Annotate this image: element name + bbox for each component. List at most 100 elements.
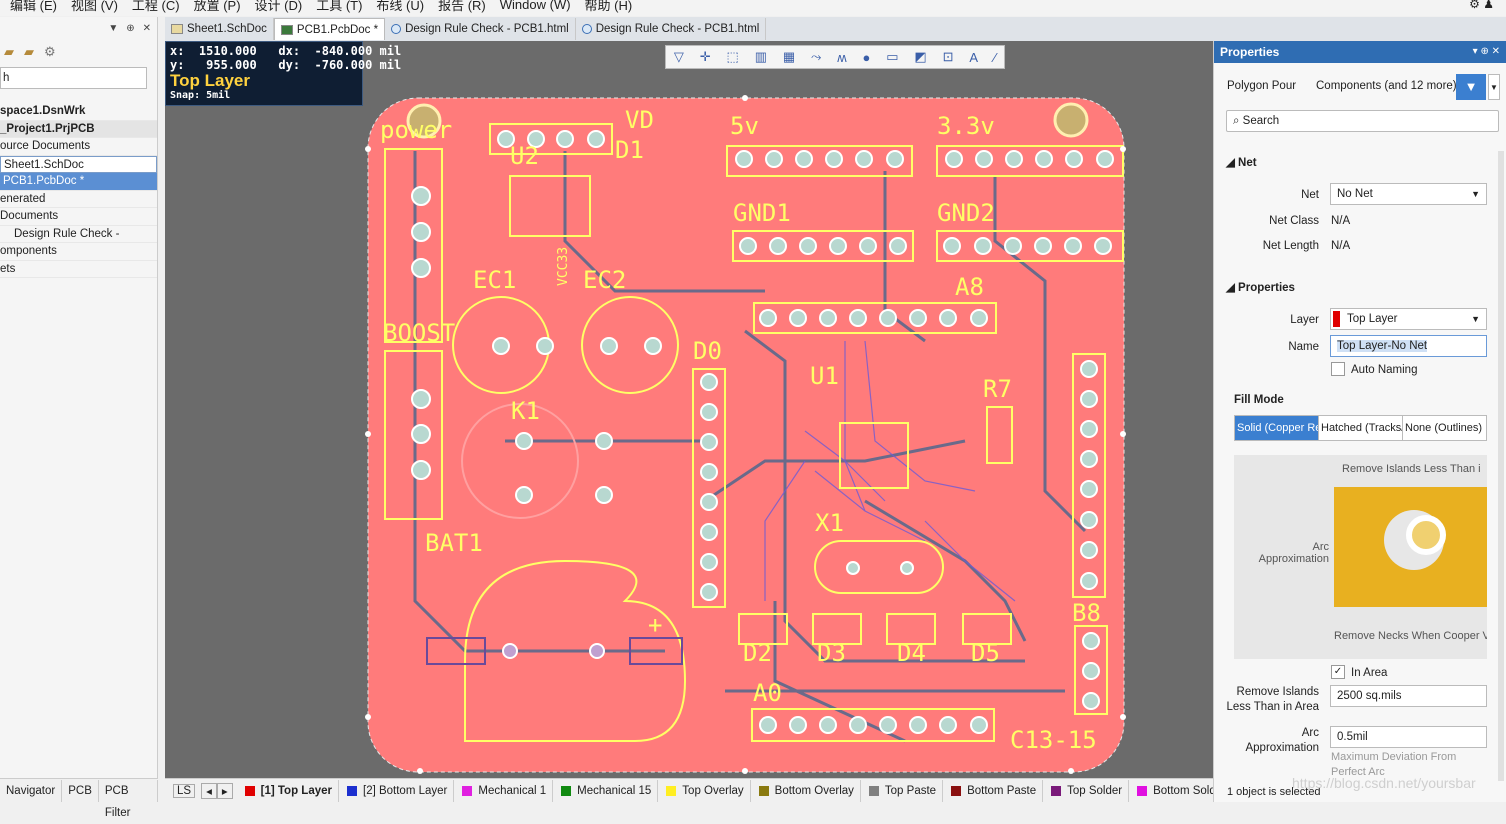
line-icon[interactable]: ∕ <box>994 50 996 65</box>
net-label: Net <box>1301 189 1319 201</box>
fill-solid-option[interactable]: Solid (Copper Re <box>1235 416 1318 440</box>
label-gnd1: GND1 <box>733 199 791 227</box>
layer-tab-bottom-solder[interactable]: Bottom Solder <box>1129 780 1213 802</box>
region-icon[interactable]: ◩ <box>914 49 926 65</box>
tree-workspace[interactable]: space1.DsnWrk <box>0 103 157 121</box>
menu-route[interactable]: 布线 (U) <box>376 0 424 14</box>
panel-menu-icon[interactable]: ▼ <box>108 23 118 34</box>
tab-label: Design Rule Check - PCB1.html <box>405 23 569 35</box>
layer-tab-bottom-paste[interactable]: Bottom Paste <box>943 779 1044 802</box>
net-select[interactable]: No Net ▼ <box>1330 183 1487 205</box>
select-icon[interactable]: ⬚ <box>727 49 739 65</box>
ls-button[interactable]: LS <box>173 783 196 798</box>
tab-drc-2[interactable]: Design Rule Check - PCB1.html <box>576 18 767 40</box>
move-icon[interactable]: ✛ <box>700 49 711 65</box>
gear-icon[interactable]: ⚙ ♟ <box>1469 0 1494 11</box>
document-tabs: Sheet1.SchDoc PCB1.PcbDoc * Design Rule … <box>165 17 1506 41</box>
component-icon[interactable]: ▦ <box>783 49 795 65</box>
folder-add-icon[interactable]: ▰ <box>24 44 34 60</box>
section-net[interactable]: ◢ Net <box>1226 155 1257 169</box>
layer-color-swatch <box>666 785 677 796</box>
layer-color-swatch <box>868 785 879 796</box>
filter-icon[interactable]: ▽ <box>674 49 684 65</box>
label-bat1: BAT1 <box>425 529 483 557</box>
tree-documents[interactable]: Documents <box>0 208 157 226</box>
filter-scope[interactable]: Components (and 12 more) <box>1316 80 1457 92</box>
menu-project[interactable]: 工程 (C) <box>132 0 180 14</box>
pin-icon[interactable]: ⊕ <box>126 23 134 34</box>
layer-tab-top-solder[interactable]: Top Solder <box>1043 779 1130 802</box>
tree-drc[interactable]: Design Rule Check - <box>0 226 157 243</box>
layer-name: Bottom Solder <box>1153 784 1213 797</box>
menu-reports[interactable]: 报告 (R) <box>438 0 486 14</box>
text-icon[interactable]: A <box>969 50 978 65</box>
hud-x: x: 1510.000 dx: -840.000 mil <box>170 44 402 58</box>
menu-help[interactable]: 帮助 (H) <box>585 0 633 14</box>
tree-project[interactable]: _Project1.PrjPCB <box>0 120 157 138</box>
menu-window[interactable]: Window (W) <box>500 0 571 12</box>
layer-tab-top-overlay[interactable]: Top Overlay <box>658 779 751 802</box>
chevron-down-icon: ▼ <box>1471 189 1480 199</box>
properties-search-input[interactable]: ⌕ Search <box>1226 110 1499 132</box>
tab-pcb1[interactable]: PCB1.PcbDoc * <box>273 18 386 40</box>
active-bar: ▽ ✛ ⬚ ▥ ▦ ⤳ ʍ ● ▭ ◩ ⊡ A ∕ <box>665 45 1005 69</box>
html-doc-icon <box>581 24 592 34</box>
name-input[interactable]: Top Layer-No Net <box>1330 335 1487 357</box>
in-area-checkbox[interactable]: ✓ <box>1331 665 1345 679</box>
hud-layer: Top Layer <box>170 71 250 90</box>
tab-drc-1[interactable]: Design Rule Check - PCB1.html <box>385 18 576 40</box>
layer-name: [1] Top Layer <box>260 784 332 797</box>
hud-snap: Snap: 5mil <box>170 90 231 101</box>
diff-pair-icon[interactable]: ʍ <box>837 50 846 65</box>
menu-tools[interactable]: 工具 (T) <box>316 0 362 14</box>
layer-tab-mech15[interactable]: Mechanical 15 <box>553 779 659 802</box>
tree-nets[interactable]: ets <box>0 261 157 278</box>
label-vd: VD <box>625 106 654 134</box>
align-icon[interactable]: ▥ <box>755 49 767 65</box>
gear-icon[interactable]: ⚙ <box>44 44 56 60</box>
tab-pcb-filter[interactable]: PCB Filter <box>99 779 158 819</box>
folder-icon[interactable]: ▰ <box>4 44 14 60</box>
chevron-down-icon[interactable]: ▼ <box>1488 74 1500 100</box>
remove-islands-input[interactable]: 2500 sq.mils <box>1330 685 1487 707</box>
fill-hatched-option[interactable]: Hatched (Tracks/ <box>1318 416 1402 440</box>
tree-generated[interactable]: enerated <box>0 191 157 208</box>
tab-navigator[interactable]: Navigator <box>0 779 63 802</box>
keepout-icon[interactable]: ⊡ <box>943 49 954 65</box>
layer-tab-bottom-overlay[interactable]: Bottom Overlay <box>751 779 861 802</box>
filter-icon[interactable]: ▼ <box>1456 74 1486 100</box>
auto-naming-checkbox[interactable] <box>1331 362 1345 376</box>
section-properties[interactable]: ◢ Properties <box>1226 280 1295 294</box>
menu-bar: 编辑 (E) 视图 (V) 工程 (C) 放置 (P) 设计 (D) 工具 (T… <box>0 0 1506 16</box>
menu-view[interactable]: 视图 (V) <box>71 0 118 14</box>
close-icon[interactable]: ✕ <box>143 23 151 34</box>
layer-tab-top-paste[interactable]: Top Paste <box>861 779 944 802</box>
tree-pcb1[interactable]: PCB1.PcbDoc * <box>0 173 157 191</box>
next-layer-icon[interactable]: ▸ <box>216 782 233 799</box>
project-search-input[interactable]: h <box>0 67 147 89</box>
layer-name: Mechanical 1 <box>478 784 547 797</box>
route-icon[interactable]: ⤳ <box>811 49 821 65</box>
layer-tab-bottom[interactable]: [2] Bottom Layer <box>339 779 455 802</box>
prev-layer-icon[interactable]: ◂ <box>201 782 217 799</box>
fill-none-option[interactable]: None (Outlines) <box>1402 416 1486 440</box>
arc-approximation-input[interactable]: 0.5mil <box>1330 726 1487 748</box>
layer-tab-top[interactable]: [1] Top Layer <box>237 779 339 802</box>
tab-pcb[interactable]: PCB <box>62 779 99 802</box>
pcb-canvas[interactable]: power VD 5v 3.3v U2 D1 GND1 GND2 EC1 EC2… <box>165 41 1213 778</box>
menu-place[interactable]: 放置 (P) <box>194 0 241 14</box>
layer-value: Top Layer <box>1347 313 1398 325</box>
panel-scrollbar[interactable] <box>1498 151 1504 781</box>
layer-tab-mech1[interactable]: Mechanical 1 <box>454 779 554 802</box>
tree-components[interactable]: omponents <box>0 243 157 261</box>
tree-sheet1[interactable]: Sheet1.SchDoc <box>0 155 157 173</box>
tree-source-documents[interactable]: ource Documents <box>0 138 157 156</box>
pcb-board[interactable]: power VD 5v 3.3v U2 D1 GND1 GND2 EC1 EC2… <box>165 41 1213 778</box>
fill-icon[interactable]: ▭ <box>886 49 898 65</box>
panel-controls[interactable]: ▾ ⊕ ✕ <box>1473 41 1500 63</box>
menu-design[interactable]: 设计 (D) <box>255 0 303 14</box>
via-icon[interactable]: ● <box>863 50 871 65</box>
tab-sheet1[interactable]: Sheet1.SchDoc <box>165 18 274 40</box>
layer-select[interactable]: Top Layer ▼ <box>1330 308 1487 330</box>
menu-edit[interactable]: 编辑 (E) <box>10 0 57 14</box>
